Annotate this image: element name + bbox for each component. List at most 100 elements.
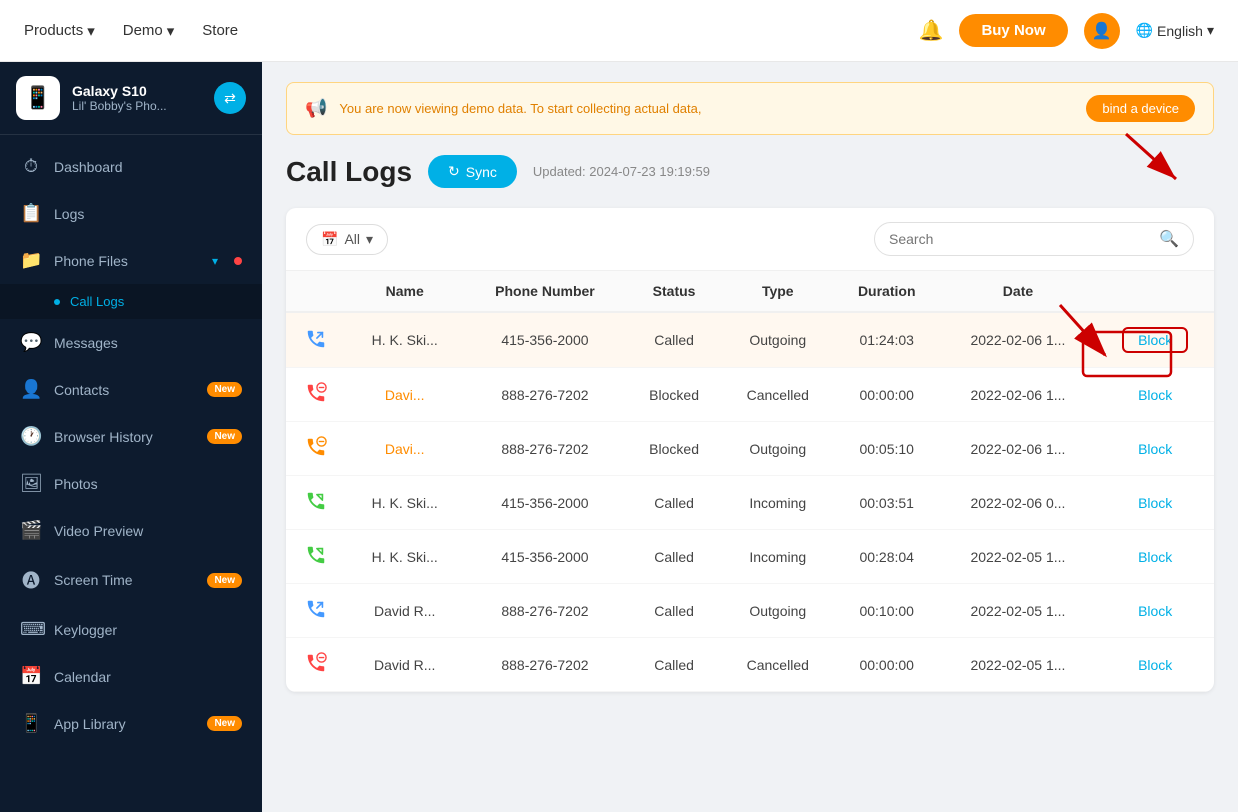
notification-bell-icon[interactable]: 🔔 (919, 18, 944, 43)
table-row: Davi... 888-276-7202 Blocked Cancelled 0… (286, 368, 1214, 422)
sidebar-item-messages[interactable]: 💬 Messages (0, 319, 262, 366)
sidebar-item-label: Screen Time (54, 572, 195, 588)
device-info: Galaxy S10 Lil' Bobby's Pho... (72, 83, 202, 113)
block-action[interactable]: Block (1096, 368, 1214, 422)
chevron-down-icon: ▾ (167, 22, 175, 40)
call-type-icon (286, 638, 346, 692)
content-area: 📢 You are now viewing demo data. To star… (262, 62, 1238, 812)
call-status: Called (626, 584, 721, 638)
updated-timestamp: Updated: 2024-07-23 19:19:59 (533, 164, 710, 179)
call-type-icon (286, 530, 346, 584)
dashboard-icon: ⏱ (20, 156, 42, 177)
megaphone-icon: 📢 (305, 98, 327, 119)
call-duration: 01:24:03 (834, 312, 940, 368)
block-action[interactable]: Block (1096, 530, 1214, 584)
call-type-icon (286, 476, 346, 530)
avatar[interactable]: 👤 (1084, 13, 1120, 49)
globe-icon: 🌐 (1136, 22, 1153, 39)
filter-dropdown[interactable]: 📅 All ▾ (306, 224, 388, 255)
call-duration: 00:10:00 (834, 584, 940, 638)
call-date: 2022-02-06 0... (940, 476, 1097, 530)
sidebar-item-dashboard[interactable]: ⏱ Dashboard (0, 143, 262, 190)
sidebar-item-label: Contacts (54, 382, 195, 398)
contact-name: David R... (346, 638, 463, 692)
messages-icon: 💬 (20, 332, 42, 353)
col-duration: Duration (834, 271, 940, 312)
search-input[interactable] (889, 231, 1151, 247)
call-logs-table-container: 📅 All ▾ 🔍 Name Phone Number (286, 208, 1214, 692)
contact-name: H. K. Ski... (346, 530, 463, 584)
top-navigation: Products ▾ Demo ▾ Store 🔔 Buy Now 👤 🌐 En… (0, 0, 1238, 62)
contact-name: H. K. Ski... (346, 312, 463, 368)
logs-icon: 📋 (20, 203, 42, 224)
sidebar-item-label: Dashboard (54, 159, 242, 175)
table-row: Davi... 888-276-7202 Blocked Outgoing 00… (286, 422, 1214, 476)
sidebar-item-photos[interactable]: 🖼 Photos (0, 460, 262, 507)
call-duration: 00:03:51 (834, 476, 940, 530)
block-button[interactable]: Block (1138, 549, 1172, 565)
bind-device-button[interactable]: bind a device (1086, 95, 1195, 122)
chevron-down-icon: ▾ (366, 231, 373, 248)
language-selector[interactable]: 🌐 English ▾ (1136, 22, 1214, 39)
keylogger-icon: ⌨ (20, 619, 42, 640)
sidebar-item-logs[interactable]: 📋 Logs (0, 190, 262, 237)
device-subtitle: Lil' Bobby's Pho... (72, 99, 202, 113)
block-button[interactable]: Block (1138, 495, 1172, 511)
search-icon[interactable]: 🔍 (1159, 229, 1179, 249)
col-action (1096, 271, 1214, 312)
sidebar-item-phone-files[interactable]: 📁 Phone Files ▾ (0, 237, 262, 284)
sidebar-item-call-logs[interactable]: Call Logs (54, 284, 262, 319)
active-dot (54, 299, 60, 305)
call-status: Called (626, 530, 721, 584)
call-type: Incoming (722, 530, 834, 584)
call-date: 2022-02-06 1... (940, 422, 1097, 476)
col-name: Name (346, 271, 463, 312)
chevron-down-icon: ▾ (87, 22, 95, 40)
sidebar-item-keylogger[interactable]: ⌨ Keylogger (0, 606, 262, 653)
sync-button[interactable]: ↻ Sync (428, 155, 517, 188)
block-button[interactable]: Block (1138, 603, 1172, 619)
call-type: Cancelled (722, 638, 834, 692)
browser-history-icon: 🕐 (20, 426, 42, 447)
sidebar-item-video-preview[interactable]: 🎬 Video Preview (0, 507, 262, 554)
sidebar-item-label: Messages (54, 335, 242, 351)
call-duration: 00:28:04 (834, 530, 940, 584)
call-date: 2022-02-05 1... (940, 530, 1097, 584)
col-date: Date (940, 271, 1097, 312)
call-duration: 00:00:00 (834, 638, 940, 692)
block-button[interactable]: Block (1138, 387, 1172, 403)
switch-device-button[interactable]: ⇄ (214, 82, 246, 114)
block-action[interactable]: Block (1096, 584, 1214, 638)
device-name: Galaxy S10 (72, 83, 202, 99)
col-type: Type (722, 271, 834, 312)
sidebar-item-contacts[interactable]: 👤 Contacts New (0, 366, 262, 413)
block-action[interactable]: Block (1096, 312, 1214, 368)
table-toolbar: 📅 All ▾ 🔍 (286, 208, 1214, 271)
nav-store[interactable]: Store (202, 22, 238, 39)
nav-products[interactable]: Products ▾ (24, 22, 95, 40)
page-header: Call Logs ↻ Sync Updated: 2024-07-23 19:… (286, 155, 1214, 188)
app-library-icon: 📱 (20, 713, 42, 734)
block-action[interactable]: Block (1096, 476, 1214, 530)
sidebar-item-app-library[interactable]: 📱 App Library New (0, 700, 262, 747)
screen-time-icon: 🅐 (20, 567, 42, 593)
new-badge: New (207, 573, 242, 588)
chevron-down-icon: ▾ (1207, 22, 1214, 39)
contact-name: Davi... (346, 422, 463, 476)
sidebar-item-browser-history[interactable]: 🕐 Browser History New (0, 413, 262, 460)
sidebar-item-screen-time[interactable]: 🅐 Screen Time New (0, 554, 262, 606)
block-button[interactable]: Block (1138, 657, 1172, 673)
nav-links: Products ▾ Demo ▾ Store (24, 22, 238, 40)
sidebar-item-calendar[interactable]: 📅 Calendar (0, 653, 262, 700)
block-button[interactable]: Block (1122, 327, 1188, 353)
sidebar-item-label: Logs (54, 206, 242, 222)
block-action[interactable]: Block (1096, 422, 1214, 476)
block-action[interactable]: Block (1096, 638, 1214, 692)
nav-demo[interactable]: Demo ▾ (123, 22, 175, 40)
buy-now-button[interactable]: Buy Now (959, 14, 1067, 47)
block-button[interactable]: Block (1138, 441, 1172, 457)
call-date: 2022-02-06 1... (940, 312, 1097, 368)
sync-icon: ↻ (448, 163, 460, 180)
calendar-filter-icon: 📅 (321, 231, 338, 248)
contacts-icon: 👤 (20, 379, 42, 400)
